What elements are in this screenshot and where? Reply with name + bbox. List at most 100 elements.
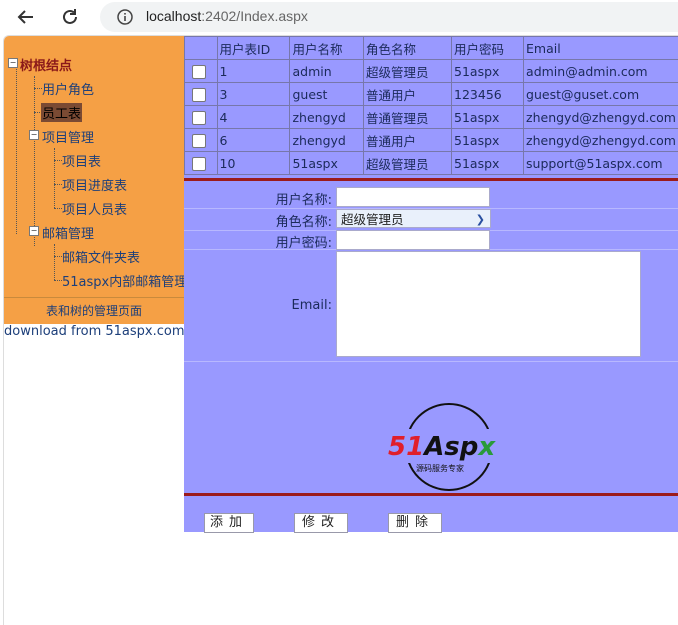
column-header: 角色名称 xyxy=(364,37,452,60)
back-arrow-icon xyxy=(16,7,36,27)
collapse-icon[interactable]: − xyxy=(29,226,39,236)
cell-role: 普通用户 xyxy=(364,83,452,106)
cell-id: 6 xyxy=(217,129,290,152)
main-panel: 用户表ID 用户名称 角色名称 用户密码 Email 1 admin 超级管理员… xyxy=(184,36,678,532)
cell-password: 51aspx xyxy=(452,152,524,175)
tree-line xyxy=(34,76,35,246)
column-header: 用户表ID xyxy=(217,37,290,60)
tree-line xyxy=(16,64,17,234)
cell-username: admin xyxy=(290,60,364,83)
cell-username: zhengyd xyxy=(290,129,364,152)
tree-line xyxy=(54,208,62,209)
form-row-password: 用户密码: xyxy=(184,231,678,250)
url-text: localhost:2402/Index.aspx xyxy=(146,8,308,24)
svg-text:51Aspx: 51Aspx xyxy=(388,432,496,462)
tree-item-project-progress[interactable]: 项目进度表 xyxy=(62,175,127,194)
reload-icon xyxy=(60,7,80,27)
tree-item-user-role[interactable]: 用户角色 xyxy=(42,79,94,98)
password-label: 用户密码: xyxy=(276,232,332,251)
tree-item-project-members[interactable]: 项目人员表 xyxy=(62,199,127,218)
form-row-email: Email: xyxy=(184,250,678,362)
page-viewport: − 树根结点 用户角色 员工表 − 项目管理 项目表 项目进度表 项目人员表 −… xyxy=(3,35,678,625)
logo-tagline: 源码服务专家 xyxy=(416,463,464,473)
cell-role: 普通管理员 xyxy=(364,106,452,129)
cell-password: 51aspx xyxy=(452,106,524,129)
cell-email: zhengyd@zhengyd.com xyxy=(524,106,678,129)
tree-item-project-mgmt[interactable]: 项目管理 xyxy=(42,127,94,146)
collapse-icon[interactable]: − xyxy=(29,130,39,140)
tree-item-employee[interactable]: 员工表 xyxy=(41,103,82,122)
tree-footer: 表和树的管理页面 xyxy=(4,297,184,324)
cell-email: admin@admin.com xyxy=(524,60,678,83)
cell-password: 51aspx xyxy=(452,129,524,152)
cell-id: 3 xyxy=(217,83,290,106)
row-checkbox[interactable] xyxy=(192,88,206,102)
table-row: 10 51aspx 超级管理员 51aspx support@51aspx.co… xyxy=(185,152,678,175)
username-input[interactable] xyxy=(336,187,490,207)
username-label: 用户名称: xyxy=(276,189,332,208)
tree-item-mail-folders[interactable]: 邮箱文件夹表 xyxy=(62,247,140,266)
cell-username: 51aspx xyxy=(290,152,364,175)
collapse-icon[interactable]: − xyxy=(8,58,18,68)
reload-button[interactable] xyxy=(58,5,82,29)
cell-email: support@51aspx.com xyxy=(524,152,678,175)
cell-role: 超级管理员 xyxy=(364,60,452,83)
table-row: 6 zhengyd 普通用户 51aspx zhengyd@zhengyd.co… xyxy=(185,129,678,152)
browser-toolbar: localhost:2402/Index.aspx xyxy=(0,0,678,34)
brand-logo: 51Aspx 源码服务专家 xyxy=(384,401,514,496)
user-table: 用户表ID 用户名称 角色名称 用户密码 Email 1 admin 超级管理员… xyxy=(184,36,678,175)
address-bar[interactable]: localhost:2402/Index.aspx xyxy=(100,2,678,32)
logo-graphic: 51Aspx 源码服务专家 xyxy=(384,401,514,496)
role-selected-value: 超级管理员 xyxy=(341,212,404,227)
table-header-row: 用户表ID 用户名称 角色名称 用户密码 Email xyxy=(185,37,678,60)
top-divider xyxy=(184,178,678,181)
back-button[interactable] xyxy=(14,5,38,29)
chevron-down-icon: ❯ xyxy=(476,210,485,229)
cell-id: 1 xyxy=(217,60,290,83)
column-header: 用户名称 xyxy=(290,37,364,60)
cell-id: 4 xyxy=(217,106,290,129)
tree-line xyxy=(54,160,62,161)
role-select[interactable]: 超级管理员 ❯ xyxy=(336,209,491,228)
row-checkbox[interactable] xyxy=(192,65,206,79)
delete-button[interactable]: 删除 xyxy=(388,513,442,533)
form-row-role: 角色名称: 超级管理员 ❯ xyxy=(184,209,678,231)
column-header: Email xyxy=(524,37,678,60)
download-link[interactable]: download from 51aspx.com xyxy=(4,324,185,339)
row-checkbox[interactable] xyxy=(192,157,206,171)
table-row: 3 guest 普通用户 123456 guest@guset.com xyxy=(185,83,678,106)
tree-item-internal-mail[interactable]: 51aspx内部邮箱管理 xyxy=(62,271,187,290)
password-input[interactable] xyxy=(336,230,490,250)
checkbox-column-header xyxy=(185,37,218,60)
info-icon[interactable] xyxy=(116,8,134,26)
column-header: 用户密码 xyxy=(452,37,524,60)
tree-line xyxy=(54,184,62,185)
form-row-username: 用户名称: xyxy=(184,186,678,209)
email-label: Email: xyxy=(292,298,332,313)
table-row: 1 admin 超级管理员 51aspx admin@admin.com xyxy=(185,60,678,83)
cell-password: 51aspx xyxy=(452,60,524,83)
tree-item-project-table[interactable]: 项目表 xyxy=(62,151,101,170)
tree-line xyxy=(34,88,42,89)
cell-password: 123456 xyxy=(452,83,524,106)
tree-line xyxy=(54,148,55,208)
tree-line xyxy=(54,244,55,280)
tree-item-mailbox-mgmt[interactable]: 邮箱管理 xyxy=(42,223,94,242)
cell-id: 10 xyxy=(217,152,290,175)
edit-button[interactable]: 修改 xyxy=(294,513,348,533)
cell-role: 普通用户 xyxy=(364,129,452,152)
cell-role: 超级管理员 xyxy=(364,152,452,175)
add-button[interactable]: 添加 xyxy=(204,513,254,533)
cell-email: zhengyd@zhengyd.com xyxy=(524,129,678,152)
email-textarea[interactable] xyxy=(336,251,641,357)
tree-line xyxy=(54,280,62,281)
table-row: 4 zhengyd 普通管理员 51aspx zhengyd@zhengyd.c… xyxy=(185,106,678,129)
role-label: 角色名称: xyxy=(276,211,332,230)
row-checkbox[interactable] xyxy=(192,111,206,125)
tree-root[interactable]: 树根结点 xyxy=(20,55,72,74)
cell-username: guest xyxy=(290,83,364,106)
tree-line xyxy=(54,256,62,257)
row-checkbox[interactable] xyxy=(192,134,206,148)
cell-username: zhengyd xyxy=(290,106,364,129)
tree-panel: − 树根结点 用户角色 员工表 − 项目管理 项目表 项目进度表 项目人员表 −… xyxy=(4,36,184,297)
